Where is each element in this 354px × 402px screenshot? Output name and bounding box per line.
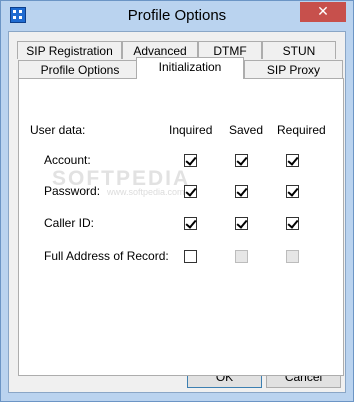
profile-options-window: Profile Options ✕ SIP Registration Advan… [0, 0, 354, 402]
tab-profile-options[interactable]: Profile Options [18, 60, 142, 78]
tab-initialization[interactable]: Initialization [136, 57, 244, 79]
password-label: Password: [44, 184, 101, 198]
full-address-required-checkbox [286, 250, 299, 263]
caller-id-label: Caller ID: [44, 216, 95, 230]
column-inquired: Inquired [169, 123, 213, 137]
caller-id-inquired-checkbox[interactable] [184, 217, 197, 230]
title-bar: Profile Options ✕ [1, 1, 353, 31]
tab-sip-proxy[interactable]: SIP Proxy [244, 60, 343, 78]
full-address-label: Full Address of Record: [44, 249, 169, 263]
tab-stun[interactable]: STUN [262, 41, 336, 59]
watermark-url: www.softpedia.com [107, 187, 185, 197]
account-label: Account: [44, 153, 91, 167]
column-saved: Saved [229, 123, 264, 137]
caller-id-saved-checkbox[interactable] [235, 217, 248, 230]
password-required-checkbox[interactable] [286, 185, 299, 198]
account-inquired-checkbox[interactable] [184, 154, 197, 167]
caller-id-required-checkbox[interactable] [286, 217, 299, 230]
user-data-label: User data: [30, 123, 86, 137]
full-address-inquired-checkbox[interactable] [184, 250, 197, 263]
full-address-saved-checkbox [235, 250, 248, 263]
close-button[interactable]: ✕ [300, 2, 346, 22]
password-saved-checkbox[interactable] [235, 185, 248, 198]
account-saved-checkbox[interactable] [235, 154, 248, 167]
dialog-body: SIP Registration Advanced DTMF STUN Prof… [8, 31, 346, 393]
column-required: Required [277, 123, 326, 137]
account-required-checkbox[interactable] [286, 154, 299, 167]
initialization-panel: SOFTPEDIA www.softpedia.com User data: I… [18, 78, 344, 376]
password-inquired-checkbox[interactable] [184, 185, 197, 198]
tab-sip-registration[interactable]: SIP Registration [17, 41, 122, 59]
